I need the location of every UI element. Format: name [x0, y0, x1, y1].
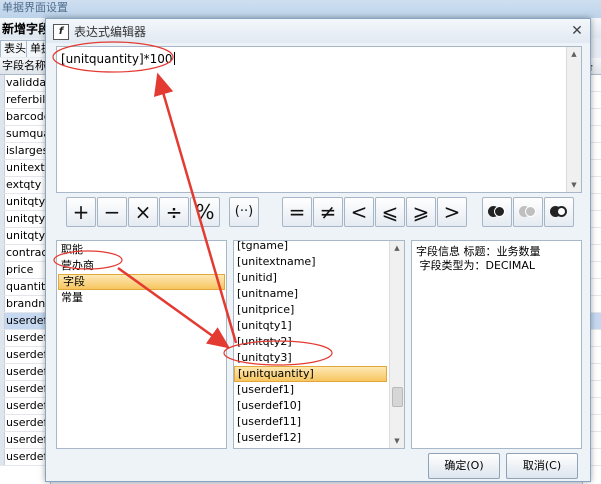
table-row[interactable]: userdef1 [0, 313, 50, 330]
table-row[interactable]: validdate [0, 75, 50, 92]
background-field-grid: 字段名称 validdatereferbillcbarcodesumquaris… [0, 58, 51, 484]
field-item[interactable]: [unitname] [234, 286, 386, 302]
category-list: 职能 营办商 字段 常量 [56, 240, 227, 449]
close-icon[interactable]: ✕ [568, 22, 586, 40]
expression-value: [unitquantity]*100 [61, 52, 173, 66]
table-row[interactable]: extqty [0, 177, 50, 194]
scroll-up-icon[interactable]: ▲ [567, 47, 581, 61]
not-equals-button[interactable]: ≠ [313, 197, 343, 227]
category-item[interactable]: 常量 [57, 290, 226, 306]
scrollbar-thumb[interactable] [392, 387, 403, 407]
greater-than-button[interactable]: > [437, 197, 467, 227]
field-item[interactable]: [unitextname] [234, 254, 386, 270]
background-window-title: 单据界面设置 [0, 0, 601, 18]
divide-button[interactable]: ÷ [159, 197, 189, 227]
field-info-type: 字段类型为：DECIMAL [416, 259, 535, 272]
scroll-up-icon[interactable]: ▲ [390, 241, 404, 255]
less-than-button[interactable]: < [344, 197, 374, 227]
percent-button[interactable]: % [190, 197, 220, 227]
field-item[interactable]: [unitquantity] [234, 366, 387, 382]
expression-text[interactable]: [unitquantity]*100 [61, 52, 175, 66]
category-item[interactable]: 字段 [58, 274, 225, 290]
dialog-title: 表达式编辑器 [74, 25, 147, 39]
add-field-label[interactable]: 新增字段 [2, 20, 50, 37]
table-row[interactable]: userdef9 [0, 449, 50, 466]
parentheses-button[interactable]: (··) [229, 197, 259, 227]
table-row[interactable]: unitqty3 [0, 228, 50, 245]
expression-scrollbar[interactable]: ▲ ▼ [566, 47, 581, 192]
category-item[interactable]: 营办商 [57, 258, 226, 274]
field-item[interactable]: [userdef12] [234, 430, 386, 446]
table-row[interactable]: sumquar [0, 126, 50, 143]
function-icon: f [53, 24, 69, 40]
table-row[interactable]: barcode [0, 109, 50, 126]
table-row[interactable]: contract [0, 245, 50, 262]
field-item[interactable]: [unitqty2] [234, 334, 386, 350]
table-row[interactable]: unitqty2 [0, 211, 50, 228]
field-list: [tgname] [unitextname] [unitid] [unitname][… [233, 240, 405, 449]
table-row[interactable]: brandna [0, 296, 50, 313]
field-item[interactable]: [unitqty3] [234, 350, 386, 366]
expression-editor-dialog: f 表达式编辑器 ✕ [unitquantity]*100 ▲ ▼ + − × … [45, 18, 591, 482]
table-row[interactable]: islargess [0, 143, 50, 160]
table-row[interactable]: unitqty1 [0, 194, 50, 211]
grid-header-field-name[interactable]: 字段名称 [0, 58, 50, 75]
field-info-title: 字段信息 标题：业务数量 [416, 245, 541, 258]
minus-button[interactable]: − [97, 197, 127, 227]
field-item[interactable]: [userdef1] [234, 382, 386, 398]
field-item[interactable]: [userdef11] [234, 414, 386, 430]
table-row[interactable]: unitextna [0, 160, 50, 177]
table-row[interactable]: userdef5 [0, 381, 50, 398]
greater-equal-button[interactable]: ⩾ [406, 197, 436, 227]
or-button[interactable] [513, 197, 543, 227]
dialog-title-bar[interactable]: f 表达式编辑器 ✕ [46, 19, 590, 43]
not-button[interactable] [544, 197, 574, 227]
operator-toolbar: + − × ÷ % (··) = ≠ < ⩽ ⩾ > [56, 197, 580, 227]
table-row[interactable]: quantity [0, 279, 50, 296]
multiply-button[interactable]: × [128, 197, 158, 227]
category-item[interactable]: 职能 [57, 242, 226, 258]
table-row[interactable]: userdef7 [0, 415, 50, 432]
scroll-down-icon[interactable]: ▼ [390, 434, 404, 448]
background-window-title-text: 单据界面设置 [2, 1, 68, 14]
table-row[interactable]: price [0, 262, 50, 279]
field-item[interactable]: [unitid] [234, 270, 386, 286]
table-row[interactable]: referbillc [0, 92, 50, 109]
plus-button[interactable]: + [66, 197, 96, 227]
field-item[interactable]: [tgname] [234, 241, 386, 254]
field-item[interactable]: [userdef10] [234, 398, 386, 414]
table-row[interactable]: userdef8 [0, 432, 50, 449]
table-row[interactable]: userdef2 [0, 330, 50, 347]
field-item[interactable]: [unitqty1] [234, 318, 386, 334]
table-row[interactable]: userdef3 [0, 347, 50, 364]
less-equal-button[interactable]: ⩽ [375, 197, 405, 227]
text-cursor [173, 52, 175, 65]
and-button[interactable] [482, 197, 512, 227]
field-item[interactable]: [unitprice] [234, 302, 386, 318]
cancel-button[interactable]: 取消(C) [506, 453, 578, 479]
scroll-down-icon[interactable]: ▼ [567, 178, 581, 192]
equals-button[interactable]: = [282, 197, 312, 227]
expression-input[interactable]: [unitquantity]*100 ▲ ▼ [56, 46, 582, 193]
table-row[interactable]: userdef4 [0, 364, 50, 381]
ok-button[interactable]: 确定(O) [428, 453, 500, 479]
field-info-panel: 字段信息 标题：业务数量 字段类型为：DECIMAL [411, 240, 582, 449]
field-list-scrollbar[interactable]: ▲ ▼ [389, 241, 404, 448]
table-row[interactable]: userdef6 [0, 398, 50, 415]
